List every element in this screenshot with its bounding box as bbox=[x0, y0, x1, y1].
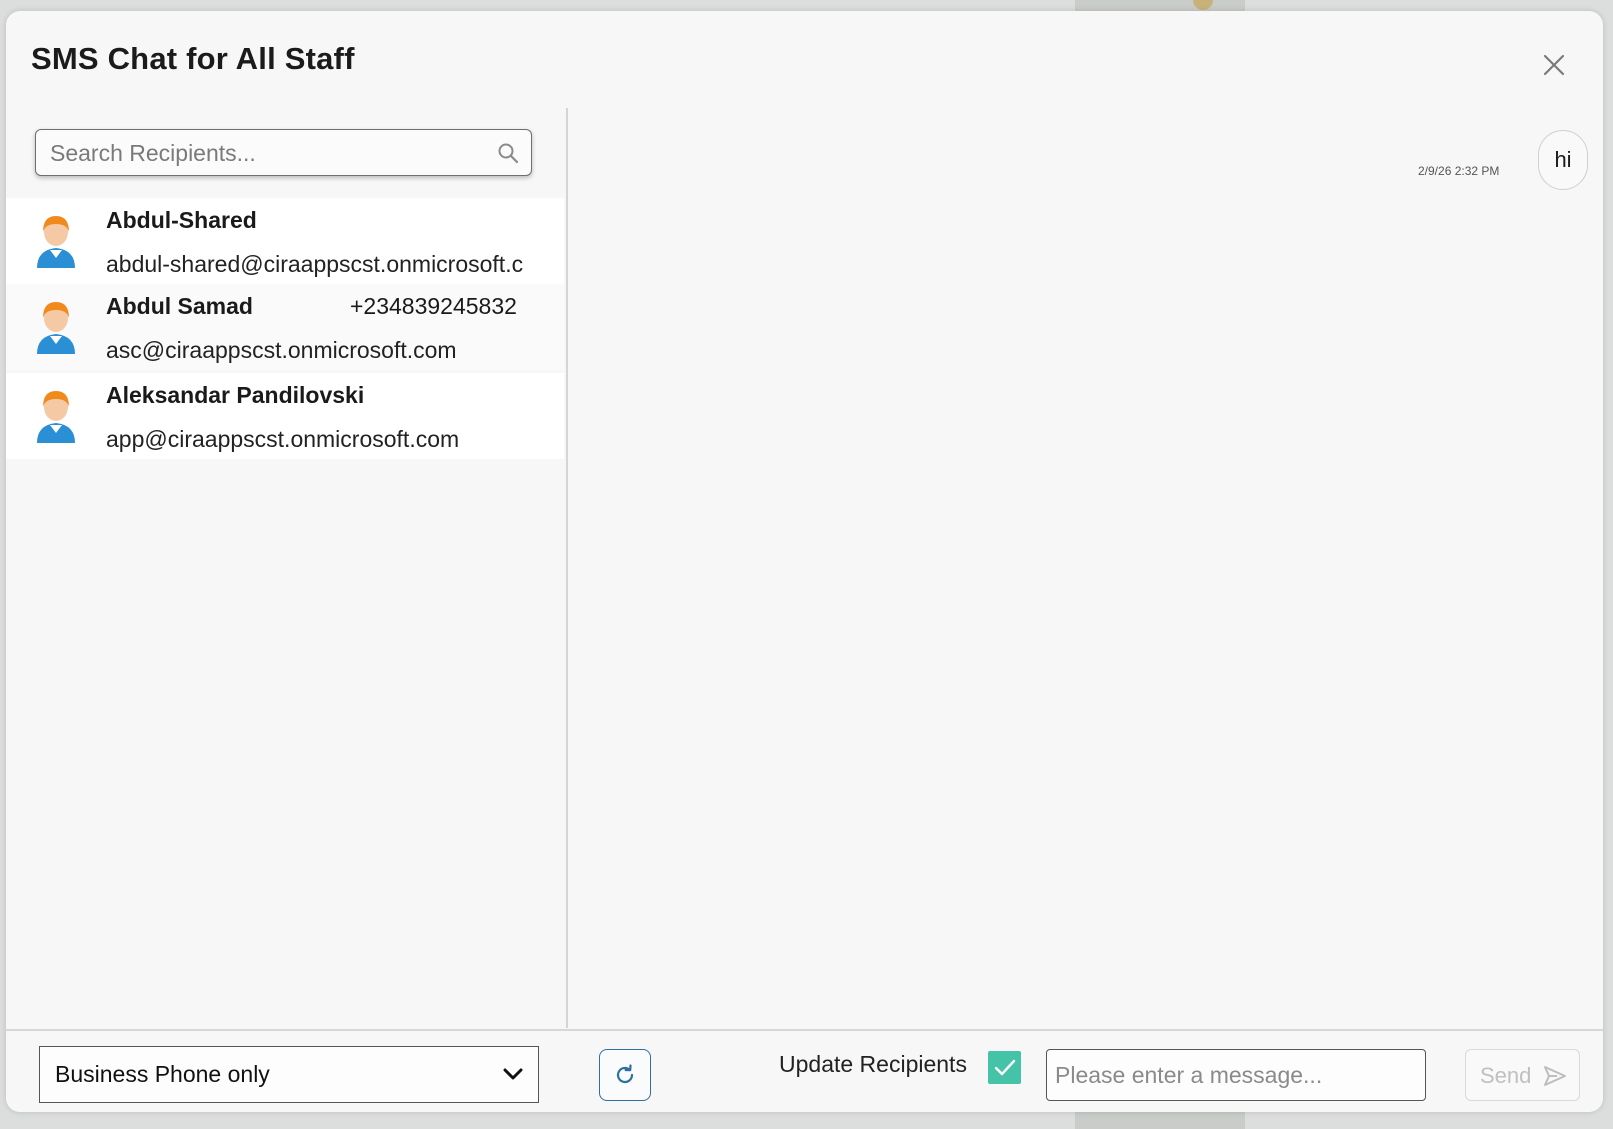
dialog-footer: Business Phone only Update Recipients Se… bbox=[6, 1029, 1603, 1112]
send-icon bbox=[1544, 1066, 1566, 1086]
recipient-name: Aleksandar Pandilovski bbox=[106, 382, 365, 408]
checkmark-icon bbox=[994, 1059, 1016, 1076]
refresh-button[interactable] bbox=[599, 1049, 651, 1101]
recipient-phone: +234839245832 bbox=[350, 293, 517, 319]
conversation-panel: 2/9/26 2:32 PM hi bbox=[568, 108, 1603, 1028]
search-box bbox=[35, 129, 532, 176]
recipients-panel: Abdul-Shared abdul-shared@ciraappscst.on… bbox=[6, 108, 568, 1028]
avatar-icon bbox=[37, 216, 75, 268]
recipient-item[interactable]: Abdul-Shared abdul-shared@ciraappscst.on… bbox=[6, 198, 564, 284]
recipient-name: Abdul-Shared bbox=[106, 207, 257, 233]
message-timestamp: 2/9/26 2:32 PM bbox=[1418, 164, 1500, 178]
recipient-name: Abdul Samad bbox=[106, 293, 253, 319]
message-input[interactable] bbox=[1046, 1049, 1426, 1101]
avatar-icon bbox=[37, 302, 75, 354]
refresh-icon bbox=[616, 1064, 634, 1084]
avatar-icon bbox=[37, 391, 75, 443]
chevron-down-icon bbox=[503, 1068, 523, 1080]
recipient-email: asc@ciraappscst.onmicrosoft.com bbox=[106, 337, 457, 363]
search-input[interactable] bbox=[48, 130, 492, 176]
dialog-title: SMS Chat for All Staff bbox=[31, 41, 355, 76]
backdrop-map-strip bbox=[1075, 1110, 1245, 1129]
phone-filter-select[interactable]: Business Phone only bbox=[39, 1046, 539, 1103]
close-icon bbox=[1543, 54, 1565, 76]
phone-filter-selected: Business Phone only bbox=[55, 1061, 270, 1087]
search-icon[interactable] bbox=[496, 141, 520, 165]
send-button[interactable]: Send bbox=[1465, 1049, 1580, 1101]
send-label: Send bbox=[1480, 1063, 1532, 1088]
message-bubble: hi bbox=[1538, 130, 1588, 190]
recipient-email: app@ciraappscst.onmicrosoft.com bbox=[106, 426, 460, 452]
update-recipients-checkbox[interactable] bbox=[988, 1051, 1021, 1084]
sms-chat-dialog: SMS Chat for All Staff Abdul-Shared ab bbox=[6, 11, 1603, 1112]
close-button[interactable] bbox=[1536, 47, 1572, 83]
update-recipients-label: Update Recipients bbox=[779, 1051, 967, 1077]
recipient-item[interactable]: Aleksandar Pandilovski app@ciraappscst.o… bbox=[6, 373, 564, 459]
recipient-email: abdul-shared@ciraappscst.onmicrosoft.c bbox=[106, 251, 524, 277]
recipient-item[interactable]: Abdul Samad +234839245832 asc@ciraappscs… bbox=[6, 284, 564, 370]
